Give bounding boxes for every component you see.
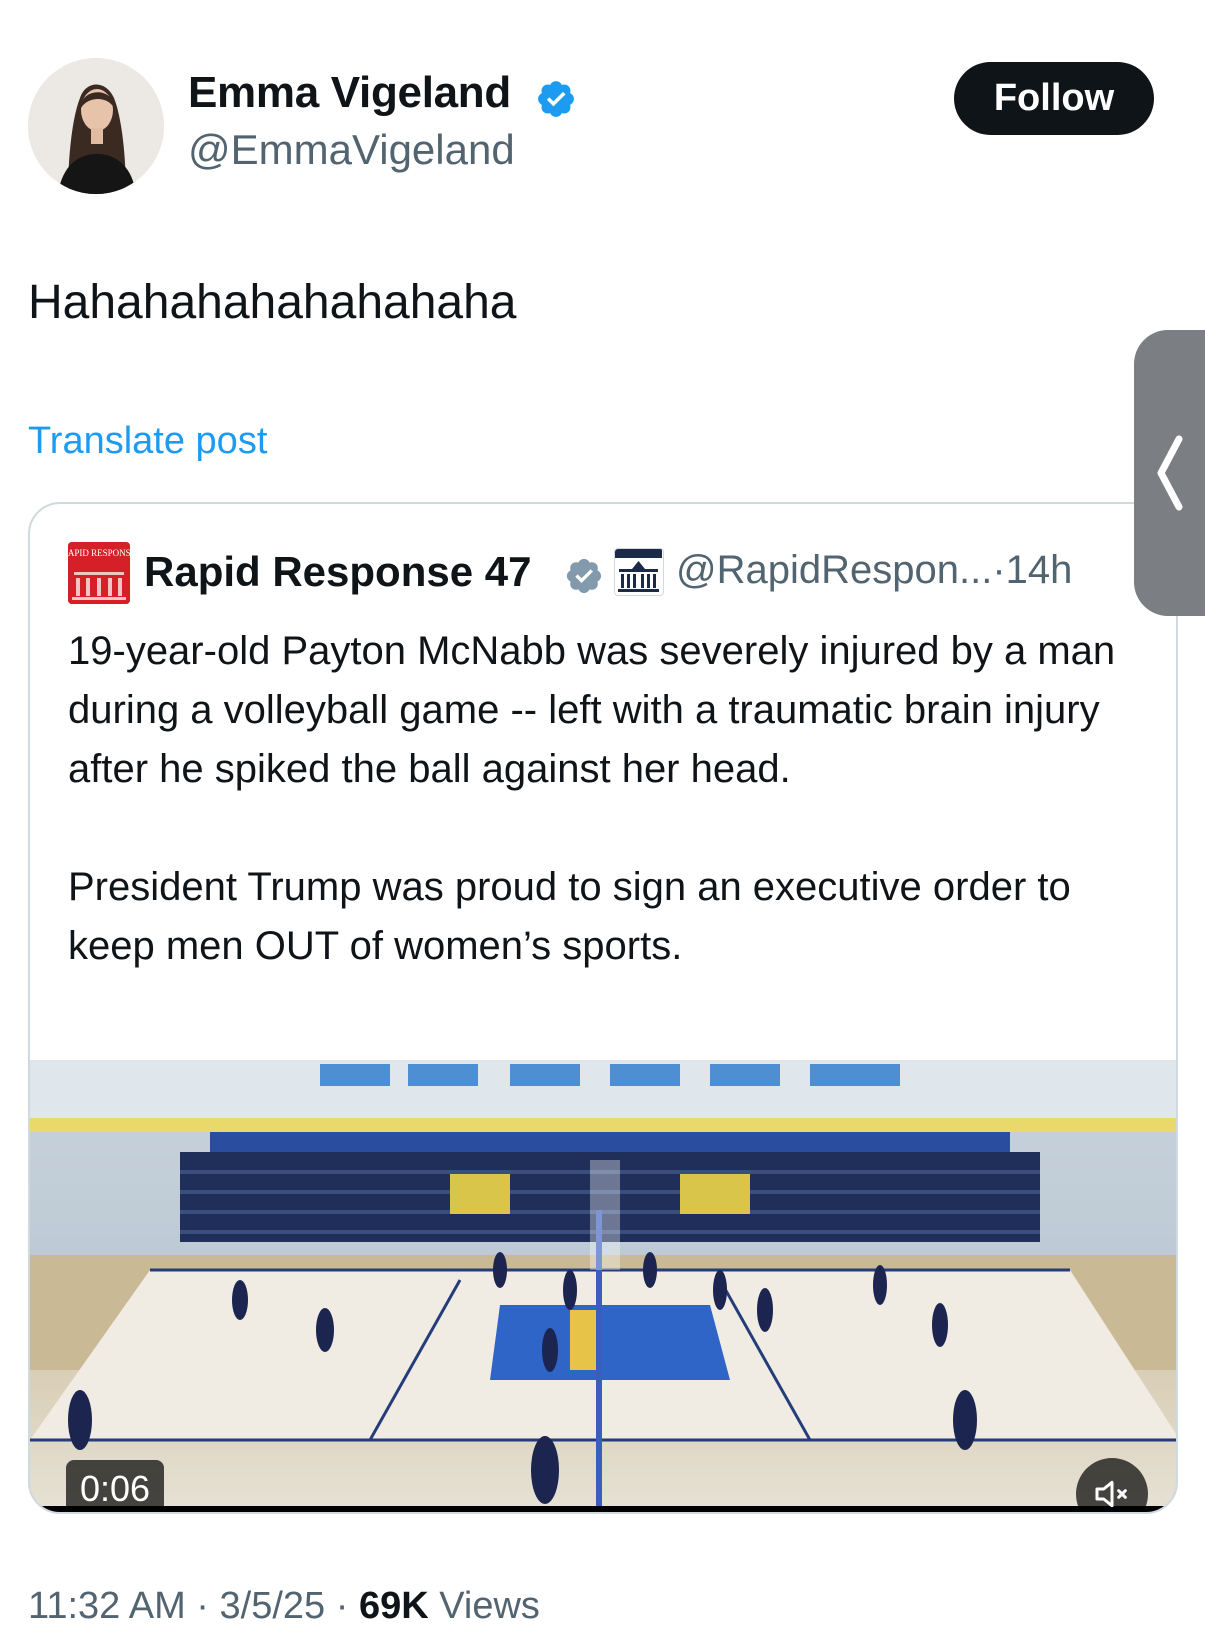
quote-author-avatar[interactable]: RAPID RESPONSE bbox=[68, 542, 130, 604]
video-frame bbox=[30, 1060, 1176, 1512]
author-avatar[interactable] bbox=[28, 58, 164, 194]
quote-paragraph: President Trump was proud to sign an exe… bbox=[68, 865, 1071, 968]
translate-post-link[interactable]: Translate post bbox=[28, 420, 267, 463]
author-handle[interactable]: @EmmaVigeland bbox=[188, 126, 515, 174]
quote-author-name[interactable]: Rapid Response 47 bbox=[144, 548, 531, 596]
tweet-meta: 11:32 AM · 3/5/25 · 69K Views bbox=[28, 1585, 540, 1628]
views-count: 69K bbox=[358, 1585, 429, 1627]
quote-text: 19-year-old Payton McNabb was severely i… bbox=[68, 622, 1148, 976]
author-display-name[interactable]: Emma Vigeland bbox=[188, 68, 511, 118]
follow-button[interactable]: Follow bbox=[954, 62, 1154, 135]
verified-badge-icon bbox=[538, 81, 574, 117]
chevron-left-icon bbox=[1157, 435, 1182, 511]
quote-verified-badge-icon bbox=[566, 558, 602, 594]
tweet-detail: Emma Vigeland @EmmaVigeland Follow Hahah… bbox=[0, 0, 1205, 1648]
video-duration: 0:06 bbox=[66, 1460, 165, 1512]
quote-handle-and-time[interactable]: @RapidRespon...·14h bbox=[676, 548, 1072, 593]
quote-video[interactable]: 0:06 bbox=[30, 1060, 1176, 1512]
side-drawer-tab[interactable] bbox=[1134, 330, 1205, 616]
tweet-time[interactable]: 11:32 AM bbox=[28, 1585, 186, 1627]
quoted-tweet-card[interactable]: RAPID RESPONSE Rapid Response 47 bbox=[28, 502, 1178, 1514]
quote-avatar-text: RAPID RESPONSE bbox=[68, 548, 130, 558]
white-house-affiliate-icon[interactable] bbox=[614, 548, 664, 596]
quote-paragraph: 19-year-old Payton McNabb was severely i… bbox=[68, 629, 1116, 791]
meta-separator: · bbox=[196, 1585, 209, 1627]
meta-separator: · bbox=[335, 1585, 349, 1627]
tweet-date[interactable]: 3/5/25 bbox=[220, 1585, 326, 1627]
muted-speaker-icon bbox=[1095, 1480, 1127, 1508]
tweet-text: Hahahahahahahahaha bbox=[28, 276, 517, 329]
views-label: Views bbox=[439, 1585, 540, 1627]
